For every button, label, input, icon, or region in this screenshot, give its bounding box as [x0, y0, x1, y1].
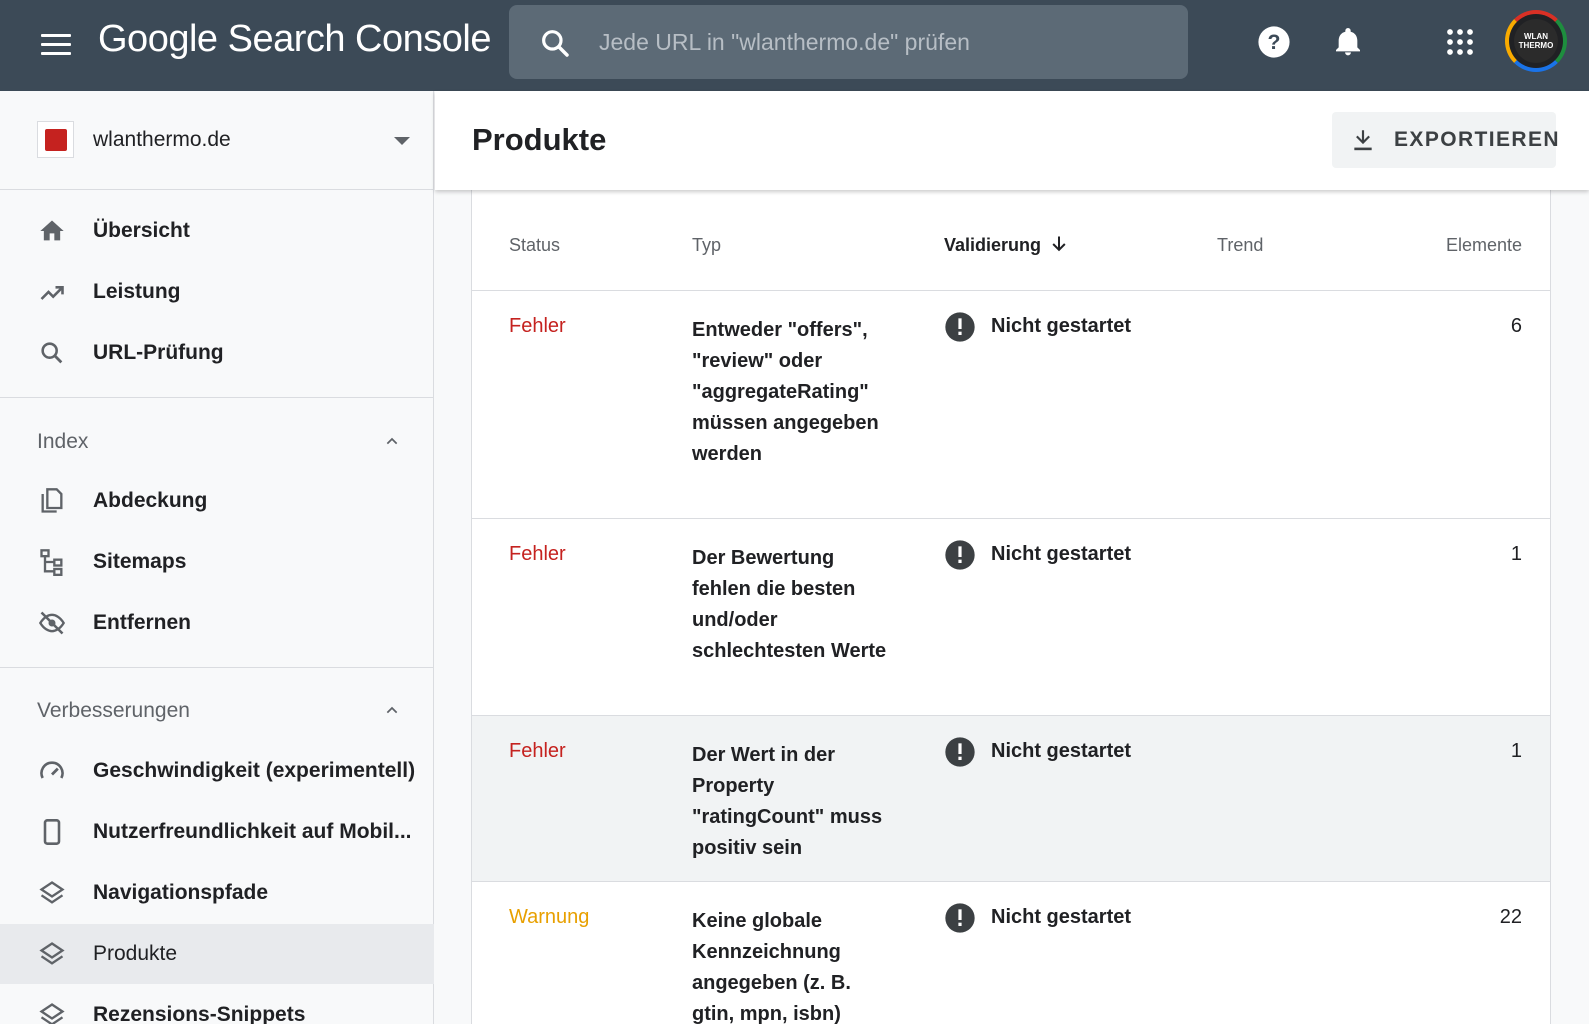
visibility-off-icon	[38, 611, 66, 635]
nav-item-label: Leistung	[93, 280, 181, 303]
item-count: 22	[1499, 906, 1522, 928]
sidebar: wlanthermo.de Übersicht Leistung URL-Prü…	[0, 91, 434, 1024]
nav-item-removals[interactable]: Entfernen	[0, 593, 434, 653]
trending-up-icon	[40, 286, 64, 300]
validation-label: Nicht gestartet	[991, 906, 1132, 928]
nav-item-overview[interactable]: Übersicht	[0, 201, 434, 261]
property-name: wlanthermo.de	[93, 128, 231, 151]
column-header-trend[interactable]: Trend	[1217, 235, 1263, 256]
nav-item-speed[interactable]: Geschwindigkeit (experimentell)	[0, 741, 434, 801]
home-icon	[40, 220, 64, 241]
validation-label: Nicht gestartet	[991, 543, 1132, 565]
layers-icon	[39, 942, 65, 965]
url-inspection-search[interactable]: Jede URL in "wlanthermo.de" prüfen	[509, 5, 1188, 79]
help-icon: ?	[1258, 26, 1290, 58]
download-icon	[1354, 130, 1372, 151]
status-label: Warnung	[509, 906, 590, 928]
item-count: 6	[1510, 315, 1522, 337]
smartphone-icon	[43, 819, 61, 845]
nav-item-label: Navigationspfade	[93, 881, 269, 904]
nav-item-performance[interactable]: Leistung	[0, 262, 434, 322]
account-avatar[interactable]: WLAN THERMO	[1505, 10, 1567, 72]
nav-item-label: Geschwindigkeit (experimentell)	[93, 759, 416, 782]
divider	[0, 397, 434, 398]
file-copy-icon	[41, 488, 63, 513]
column-header-status[interactable]: Status	[509, 235, 560, 256]
status-label: Fehler	[509, 740, 566, 762]
help-button[interactable]: ?	[1252, 20, 1296, 64]
nav-item-coverage[interactable]: Abdeckung	[0, 471, 434, 531]
nav-item-review-snippets[interactable]: Rezensions-Snippets	[0, 985, 434, 1024]
table-row[interactable]: Warnung Keine globale Kennzeichnung ange…	[472, 882, 1550, 1024]
caret-down-icon	[394, 137, 410, 145]
table-row[interactable]: Fehler Der Bewertung fehlen die besten u…	[472, 519, 1550, 716]
bell-icon	[1336, 28, 1360, 56]
speed-icon	[40, 761, 64, 779]
sitemap-icon	[40, 549, 63, 576]
nav-item-label: Nutzerfreundlichkeit auf Mobil...	[93, 820, 412, 843]
apps-button[interactable]	[1438, 20, 1482, 64]
item-count: 1	[1510, 543, 1522, 565]
notifications-button[interactable]	[1326, 20, 1370, 64]
section-label: Index	[37, 430, 89, 453]
layers-icon	[39, 881, 65, 904]
issues-table: Status Typ Validierung Trend Elemente Fe…	[471, 190, 1551, 1024]
status-label: Fehler	[509, 315, 566, 337]
nav-item-sitemaps[interactable]: Sitemaps	[0, 532, 434, 592]
issue-type: Der Wert in der Property "ratingCount" m…	[692, 744, 883, 859]
avatar-label: WLAN THERMO	[1514, 19, 1558, 63]
column-header-type[interactable]: Typ	[692, 235, 721, 256]
nav-item-url-inspection[interactable]: URL-Prüfung	[0, 323, 434, 383]
nav-item-label: Übersicht	[93, 219, 190, 242]
search-icon	[41, 342, 63, 364]
status-label: Fehler	[509, 543, 566, 565]
alert-circle-icon	[945, 540, 975, 570]
nav-item-label: Rezensions-Snippets	[93, 1003, 306, 1024]
alert-circle-icon	[945, 903, 975, 933]
page-header: Produkte EXPORTIEREN	[435, 91, 1589, 190]
issue-type: Keine globale Kennzeichnung angegeben (z…	[692, 910, 851, 1024]
chevron-up-icon	[386, 437, 398, 445]
column-header-items[interactable]: Elemente	[1446, 235, 1522, 256]
layers-icon	[39, 1003, 65, 1024]
nav-item-label: Abdeckung	[93, 489, 208, 512]
issue-type: Der Bewertung fehlen die besten und/oder…	[692, 547, 887, 662]
divider	[0, 667, 434, 668]
search-icon	[542, 30, 569, 57]
nav-item-label: Entfernen	[93, 611, 192, 634]
search-placeholder: Jede URL in "wlanthermo.de" prüfen	[599, 29, 970, 55]
property-favicon	[37, 121, 74, 158]
nav-item-label: URL-Prüfung	[93, 341, 224, 364]
nav-item-label: Produkte	[93, 942, 178, 965]
issue-type: Entweder "offers", "review" oder "aggreg…	[692, 319, 879, 465]
nav-item-label: Sitemaps	[93, 550, 187, 573]
menu-icon	[41, 33, 71, 37]
section-improvements-toggle[interactable]: Verbesserungen	[0, 680, 434, 740]
table-row[interactable]: Fehler Der Wert in der Property "ratingC…	[472, 716, 1550, 882]
chevron-up-icon	[386, 706, 398, 714]
table-header: Status Typ Validierung Trend Elemente	[472, 190, 1550, 291]
top-app-bar: Google Search Console Jede URL in "wlant…	[0, 0, 1589, 91]
column-header-validation[interactable]: Validierung	[944, 235, 1041, 256]
page-title: Produkte	[472, 122, 607, 157]
validation-label: Nicht gestartet	[991, 740, 1132, 762]
section-label: Verbesserungen	[37, 699, 190, 722]
nav-item-breadcrumbs[interactable]: Navigationspfade	[0, 863, 434, 923]
export-label: EXPORTIEREN	[1394, 128, 1560, 151]
arrow-down-icon[interactable]	[1049, 234, 1069, 254]
app-logo[interactable]: Google Search Console	[98, 18, 491, 61]
nav-item-products[interactable]: Produkte	[0, 924, 434, 984]
section-index-toggle[interactable]: Index	[0, 411, 434, 471]
validation-label: Nicht gestartet	[991, 315, 1132, 337]
item-count: 1	[1510, 740, 1522, 762]
alert-circle-icon	[945, 312, 975, 342]
property-selector[interactable]: wlanthermo.de	[0, 91, 434, 190]
export-button[interactable]: EXPORTIEREN	[1332, 112, 1559, 168]
alert-circle-icon	[945, 737, 975, 767]
svg-text:?: ?	[1268, 30, 1281, 54]
nav-item-mobile-usability[interactable]: Nutzerfreundlichkeit auf Mobil...	[0, 802, 434, 862]
main-menu-button[interactable]	[34, 22, 78, 66]
table-row[interactable]: Fehler Entweder "offers", "review" oder …	[472, 291, 1550, 519]
apps-grid-icon	[1447, 29, 1473, 55]
